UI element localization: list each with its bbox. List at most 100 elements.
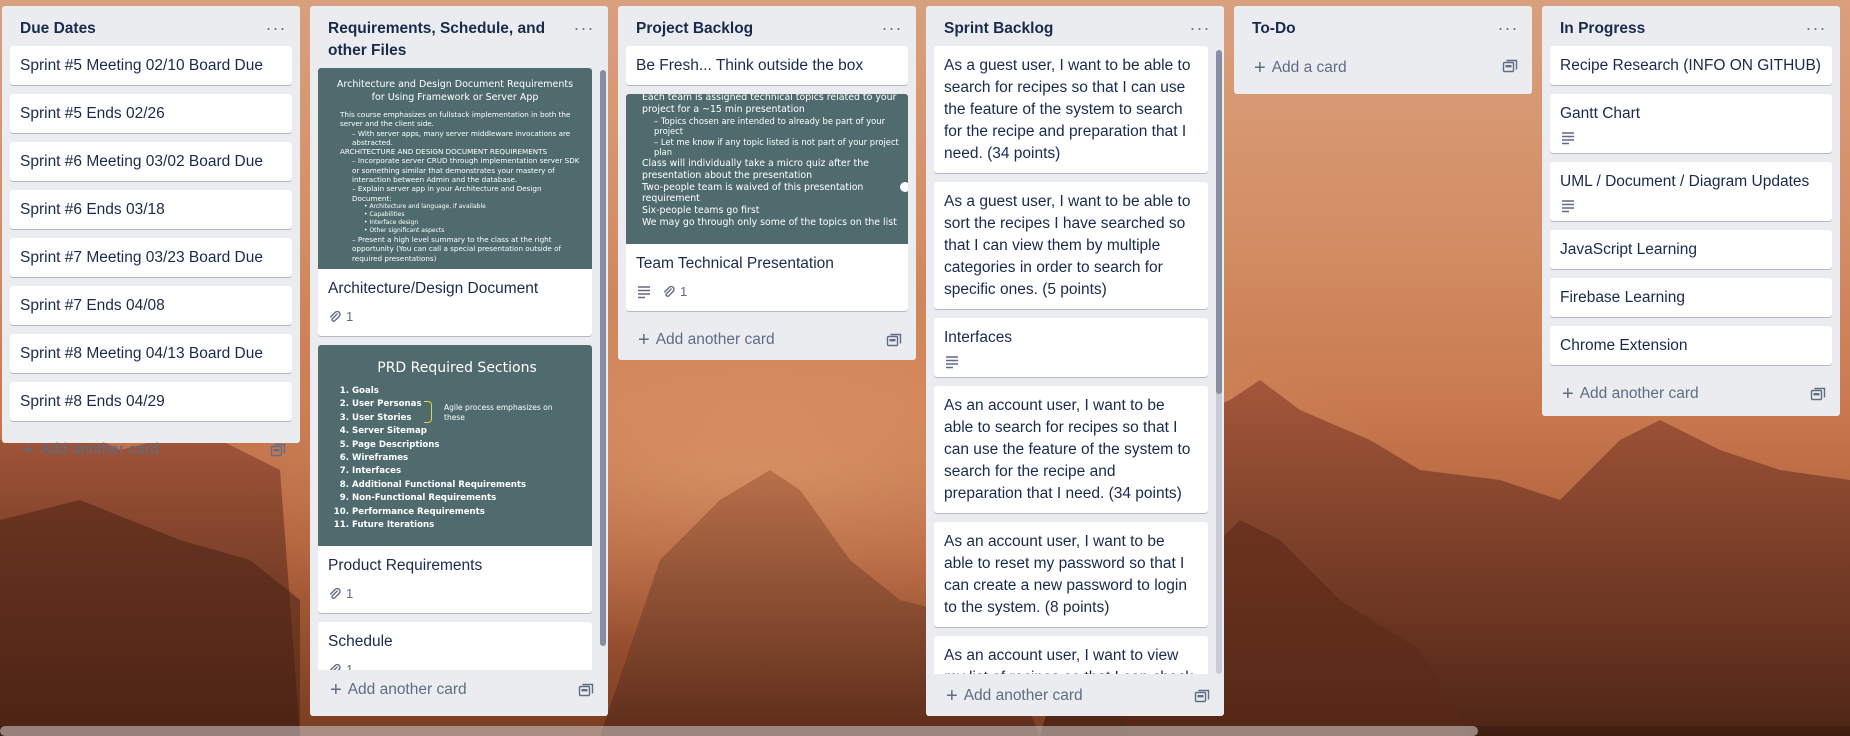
list-title[interactable]: Sprint Backlog	[944, 18, 1180, 40]
card-title: Recipe Research (INFO ON GITHUB)	[1560, 57, 1821, 74]
card[interactable]: Be Fresh... Think outside the box	[626, 46, 908, 85]
card-title: As an account user, I want to be able to…	[944, 397, 1191, 502]
card[interactable]: Schedule 1	[318, 622, 592, 670]
description-icon	[1562, 132, 1574, 145]
paperclip-icon	[663, 285, 675, 297]
add-card-button[interactable]: + Add another card	[1542, 374, 1840, 414]
card[interactable]: PRD Required Sections Goals User Persona…	[318, 345, 592, 613]
cover-line: This course emphasizes on fullstack impl…	[340, 110, 571, 129]
list-title[interactable]: Project Backlog	[636, 18, 872, 40]
plus-icon: +	[330, 679, 342, 701]
card-body: Product Requirements 1	[318, 546, 592, 613]
cover-brace	[424, 401, 432, 423]
cover-line: • Interface design	[364, 218, 419, 226]
card-template-icon[interactable]	[1810, 386, 1826, 402]
add-card-label: Add another card	[963, 687, 1083, 704]
card-template-icon[interactable]	[886, 332, 902, 348]
add-card-button[interactable]: + Add another card	[2, 430, 300, 470]
cover-line: Two-people team is waived of this presen…	[642, 181, 864, 205]
list-project-backlog: Project Backlog ··· Be Fresh... Think ou…	[618, 6, 916, 360]
ellipsis-icon[interactable]: ···	[572, 16, 596, 40]
card[interactable]: UML / Document / Diagram Updates	[1550, 162, 1832, 221]
card-template-icon[interactable]	[1194, 688, 1210, 704]
card-title: Chrome Extension	[1560, 337, 1688, 354]
cover-line: – Topics chosen are intended to already …	[654, 115, 886, 137]
card-title: Sprint #5 Meeting 02/10 Board Due	[20, 57, 263, 74]
card-title: As a guest user, I want to be able to so…	[944, 193, 1191, 298]
board-scrollbar-thumb[interactable]	[0, 726, 1478, 736]
cover-line: • Other significant aspects	[364, 226, 445, 234]
cover-item: Additional Functional Requirements	[352, 479, 580, 492]
card[interactable]: As a guest user, I want to be able to so…	[934, 182, 1208, 309]
card-list: As a guest user, I want to be able to se…	[926, 46, 1224, 674]
list-title[interactable]: In Progress	[1560, 18, 1796, 40]
card-template-icon[interactable]	[578, 682, 594, 698]
card[interactable]: Sprint #6 Meeting 03/02 Board Due	[10, 142, 292, 181]
cover-line: ARCHITECTURE AND DESIGN DOCUMENT REQUIRE…	[340, 147, 548, 157]
card[interactable]: Sprint #5 Ends 02/26	[10, 94, 292, 133]
add-card-label: Add another card	[39, 441, 159, 458]
card-title: Team Technical Presentation	[636, 255, 834, 272]
card-title: Sprint #7 Meeting 03/23 Board Due	[20, 249, 263, 266]
card[interactable]: Architecture and Design Document Require…	[318, 68, 592, 336]
list-title[interactable]: To-Do	[1252, 18, 1488, 40]
list-scrollbar-thumb[interactable]	[600, 70, 606, 646]
card[interactable]: Recipe Research (INFO ON GITHUB)	[1550, 46, 1832, 85]
card-title: As a guest user, I want to be able to se…	[944, 57, 1191, 162]
cover-line: • Capabilities	[364, 210, 405, 218]
card[interactable]: As a guest user, I want to be able to se…	[934, 46, 1208, 173]
add-card-button[interactable]: + Add another card	[926, 676, 1224, 716]
card[interactable]: Sprint #8 Meeting 04/13 Board Due	[10, 334, 292, 373]
card-template-icon[interactable]	[1502, 58, 1518, 74]
ellipsis-icon[interactable]: ···	[1188, 16, 1212, 40]
attachment-count: 1	[346, 662, 354, 670]
cover-line: – Incorporate server CRUD through implem…	[352, 156, 580, 185]
card-cover: Architecture and Design Document Require…	[318, 68, 592, 269]
description-icon	[638, 286, 650, 299]
card[interactable]: JavaScript Learning	[1550, 230, 1832, 269]
card-template-icon[interactable]	[270, 442, 286, 458]
attachment-count: 1	[680, 284, 688, 299]
card[interactable]: Each team is assigned technical topics r…	[626, 94, 908, 311]
card[interactable]: As an account user, I want to be able to…	[934, 522, 1208, 627]
card-badges: 1	[328, 583, 582, 605]
cover-item: Future Iterations	[352, 519, 580, 532]
list-due-dates: Due Dates ··· Sprint #5 Meeting 02/10 Bo…	[2, 6, 300, 460]
cover-line: – Present a high level summary to the cl…	[352, 234, 562, 263]
list-scrollbar-thumb[interactable]	[1216, 50, 1222, 394]
attachment-badge: 1	[328, 306, 353, 328]
card[interactable]: Chrome Extension	[1550, 326, 1832, 365]
card[interactable]: Gantt Chart	[1550, 94, 1832, 153]
card[interactable]: Sprint #6 Ends 03/18	[10, 190, 292, 229]
add-card-button[interactable]: + Add another card	[310, 670, 608, 710]
add-card-button[interactable]: + Add another card	[618, 320, 916, 360]
add-card-label: Add another card	[655, 331, 775, 348]
card[interactable]: Sprint #7 Ends 04/08	[10, 286, 292, 325]
card[interactable]: As an account user, I want to be able to…	[934, 386, 1208, 513]
cover-item: Goals	[352, 385, 580, 398]
list-scrollbar[interactable]	[1216, 50, 1222, 674]
card[interactable]: Sprint #7 Meeting 03/23 Board Due	[10, 238, 292, 277]
card[interactable]: Sprint #5 Meeting 02/10 Board Due	[10, 46, 292, 85]
list-title[interactable]: Due Dates	[20, 18, 256, 40]
list-scrollbar[interactable]	[600, 70, 606, 646]
add-card-button[interactable]: + Add a card	[1234, 46, 1532, 90]
cover-line: – Explain server app in your Architectur…	[352, 184, 542, 203]
card[interactable]: Interfaces	[934, 318, 1208, 377]
card-list: Be Fresh... Think outside the box Each t…	[618, 46, 916, 320]
ellipsis-icon[interactable]: ···	[264, 16, 288, 40]
ellipsis-icon[interactable]: ···	[880, 16, 904, 40]
ellipsis-icon[interactable]: ···	[1804, 16, 1828, 40]
card[interactable]: Firebase Learning	[1550, 278, 1832, 317]
card-body: Architecture/Design Document 1	[318, 269, 592, 336]
card-cover: Each team is assigned technical topics r…	[626, 94, 908, 244]
list-title[interactable]: Requirements, Schedule, and other Files	[328, 18, 564, 62]
card[interactable]: As an account user, I want to view my li…	[934, 636, 1208, 674]
card-badges: 1	[636, 281, 898, 303]
add-card-label: Add another card	[1579, 385, 1699, 402]
board-scrollbar[interactable]	[0, 726, 1850, 736]
card-title: Be Fresh... Think outside the box	[636, 57, 864, 74]
cover-item: Server Sitemap	[352, 425, 580, 438]
ellipsis-icon[interactable]: ···	[1496, 16, 1520, 40]
card[interactable]: Sprint #8 Ends 04/29	[10, 382, 292, 421]
